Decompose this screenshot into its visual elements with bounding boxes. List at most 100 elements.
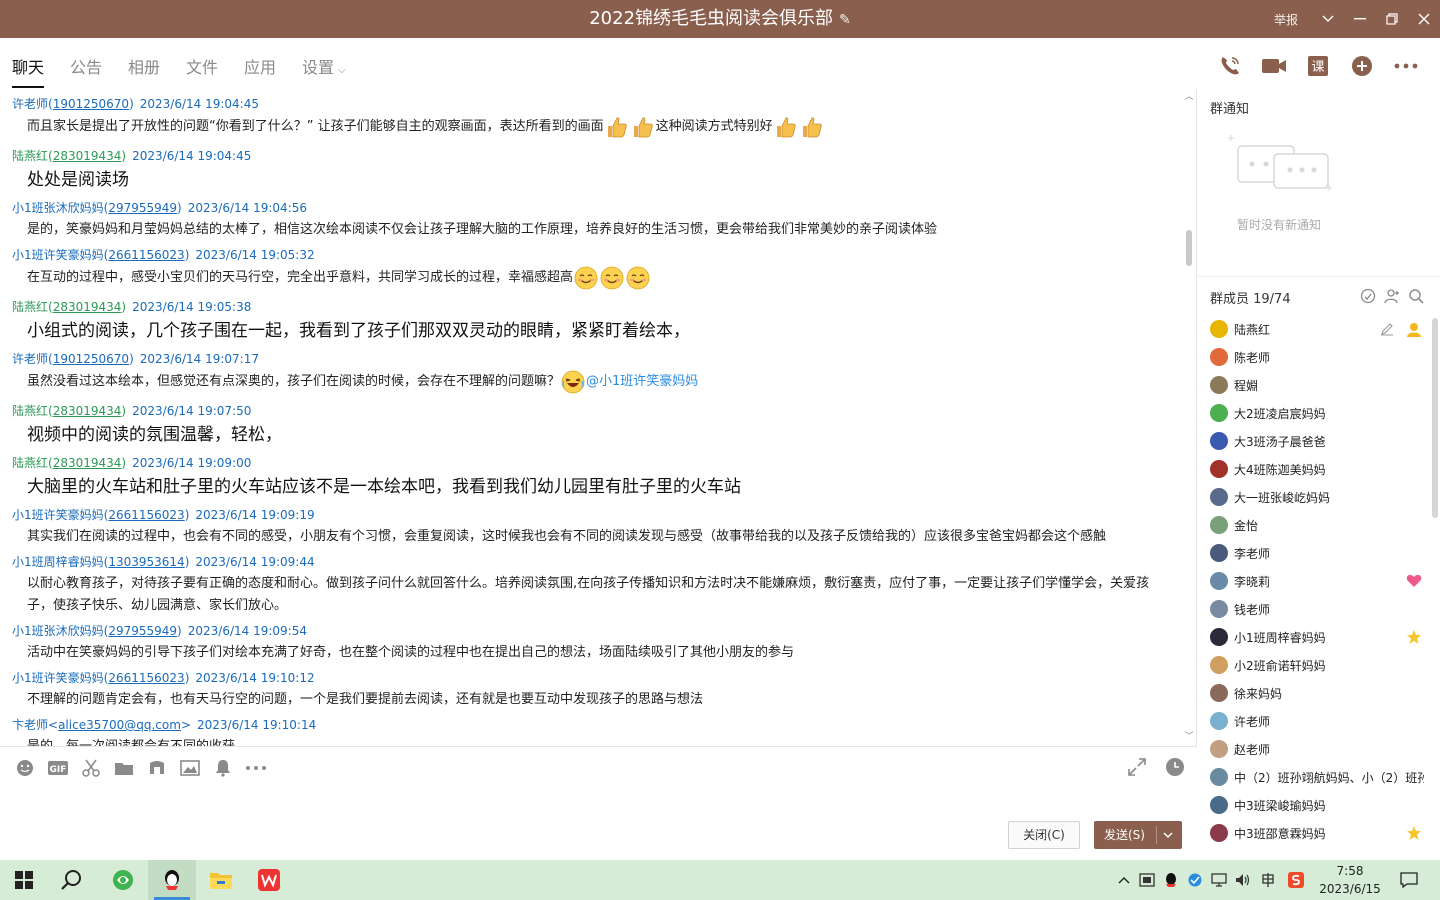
minimize-button[interactable]: [1344, 0, 1376, 38]
sender-name[interactable]: 卞老师: [12, 718, 48, 732]
message-sender[interactable]: 小1班张沐欣妈妈(297955949) 2023/6/14 19:09:54: [0, 623, 1170, 639]
sender-id-link[interactable]: 283019434: [53, 300, 122, 314]
avatar[interactable]: [1210, 768, 1228, 786]
member-item[interactable]: 小1班周梓睿妈妈: [1198, 623, 1434, 651]
tray-sogou-icon[interactable]: [1284, 860, 1308, 900]
sender-name[interactable]: 陆燕红: [12, 300, 48, 314]
tray-network-shield-icon[interactable]: [1184, 860, 1206, 900]
avatar[interactable]: [1210, 516, 1228, 534]
music-icon[interactable]: [140, 757, 173, 779]
folder-icon[interactable]: [107, 757, 140, 779]
search-icon[interactable]: [48, 860, 96, 900]
member-item[interactable]: 程婣: [1198, 371, 1434, 399]
sender-id-link[interactable]: 283019434: [53, 149, 122, 163]
member-item[interactable]: 徐来妈妈: [1198, 679, 1434, 707]
more-icon[interactable]: [1384, 52, 1428, 80]
member-item[interactable]: 大4班陈迦美妈妈: [1198, 455, 1434, 483]
message-sender[interactable]: 卞老师<alice35700@qq.com> 2023/6/14 19:10:14: [0, 717, 1170, 733]
avatar[interactable]: [1210, 712, 1228, 730]
history-clock-icon[interactable]: [1165, 757, 1185, 781]
avatar[interactable]: [1210, 488, 1228, 506]
sender-name[interactable]: 许老师: [12, 97, 48, 111]
sender-name[interactable]: 小1班周梓睿妈妈: [12, 555, 104, 569]
emoji-icon[interactable]: [8, 757, 41, 779]
avatar[interactable]: [1210, 404, 1228, 422]
scroll-down-icon[interactable]: ﹀: [1184, 732, 1194, 742]
tray-volume-icon[interactable]: [1232, 860, 1254, 900]
taskbar-clock[interactable]: 7:58 2023/6/15: [1318, 862, 1382, 898]
taskbar-browser-icon[interactable]: [98, 860, 148, 900]
sender-id-link[interactable]: 2661156023: [108, 671, 184, 685]
sender-id-link[interactable]: 297955949: [108, 624, 177, 638]
send-button[interactable]: 发送(S): [1094, 821, 1182, 849]
member-item[interactable]: 中3班邵意霖妈妈: [1198, 819, 1434, 847]
member-item[interactable]: 李晓莉: [1198, 567, 1434, 595]
more-tools-icon[interactable]: [239, 757, 272, 779]
tab-settings[interactable]: 设置 ⌵: [302, 58, 346, 81]
close-button[interactable]: 关闭(C): [1008, 821, 1080, 849]
message-sender[interactable]: 陆燕红(283019434) 2023/6/14 19:05:38: [0, 299, 1170, 315]
avatar[interactable]: [1210, 796, 1228, 814]
tray-qq-icon[interactable]: [1160, 860, 1182, 900]
avatar[interactable]: [1210, 600, 1228, 618]
close-window-button[interactable]: [1408, 0, 1440, 38]
message-sender[interactable]: 小1班许笑豪妈妈(2661156023) 2023/6/14 19:05:32: [0, 247, 1170, 263]
avatar[interactable]: [1210, 824, 1228, 842]
taskbar-wps-icon[interactable]: [246, 860, 292, 900]
member-list-scrollbar[interactable]: [1432, 318, 1438, 518]
sender-name[interactable]: 小1班许笑豪妈妈: [12, 508, 104, 522]
message-sender[interactable]: 小1班许笑豪妈妈(2661156023) 2023/6/14 19:09:19: [0, 507, 1170, 523]
scroll-thumb[interactable]: [1186, 230, 1192, 266]
tab-files[interactable]: 文件: [186, 58, 218, 78]
tray-display-icon[interactable]: [1208, 860, 1230, 900]
tab-album[interactable]: 相册: [128, 58, 160, 78]
avatar[interactable]: [1210, 572, 1228, 590]
chat-history[interactable]: 许老师(1901250670) 2023/6/14 19:04:45 而且家长是提出…: [0, 90, 1197, 746]
tray-ime-icon[interactable]: [1256, 860, 1280, 900]
bell-icon[interactable]: [206, 757, 239, 779]
sender-id-link[interactable]: 283019434: [53, 456, 122, 470]
message-sender[interactable]: 许老师(1901250670) 2023/6/14 19:07:17: [0, 351, 1170, 367]
member-item[interactable]: 陈老师: [1198, 343, 1434, 371]
member-item[interactable]: 许老师: [1198, 707, 1434, 735]
notification-center-icon[interactable]: [1394, 860, 1424, 900]
member-item[interactable]: 陆燕红: [1198, 315, 1434, 343]
avatar[interactable]: [1210, 740, 1228, 758]
message-sender[interactable]: 许老师(1901250670) 2023/6/14 19:04:45: [0, 96, 1170, 112]
sender-name[interactable]: 陆燕红: [12, 456, 48, 470]
sender-id-link[interactable]: 1303953614: [108, 555, 184, 569]
member-item[interactable]: 大3班汤子晨爸爸: [1198, 427, 1434, 455]
edit-card-icon[interactable]: [1380, 321, 1394, 340]
sender-name[interactable]: 小1班许笑豪妈妈: [12, 671, 104, 685]
screenshot-scissors-icon[interactable]: [74, 757, 107, 779]
avatar[interactable]: [1210, 376, 1228, 394]
sender-id-link[interactable]: 2661156023: [108, 248, 184, 262]
chat-scrollbar[interactable]: ︿ ﹀: [1184, 90, 1194, 746]
image-icon[interactable]: [173, 757, 206, 779]
member-item[interactable]: 中（2）班孙翊航妈妈、小（2）班孙: [1198, 763, 1434, 791]
add-app-icon[interactable]: [1340, 52, 1384, 80]
sender-id-link[interactable]: 283019434: [53, 404, 122, 418]
voice-call-icon[interactable]: [1208, 52, 1252, 80]
sender-id-link[interactable]: alice35700@qq.com: [58, 718, 181, 732]
add-member-icon[interactable]: [1384, 288, 1400, 308]
taskbar-qq-icon[interactable]: [148, 860, 196, 900]
gif-icon[interactable]: GIF: [41, 757, 74, 779]
expand-icon[interactable]: [1127, 757, 1147, 781]
send-options-chevron-icon[interactable]: [1162, 821, 1174, 861]
start-windows-icon[interactable]: [0, 860, 48, 900]
message-sender[interactable]: 陆燕红(283019434) 2023/6/14 19:04:45: [0, 148, 1170, 164]
avatar[interactable]: [1210, 544, 1228, 562]
avatar[interactable]: [1210, 348, 1228, 366]
sender-name[interactable]: 小1班张沐欣妈妈: [12, 624, 104, 638]
tab-announcements[interactable]: 公告: [70, 58, 102, 78]
message-sender[interactable]: 小1班许笑豪妈妈(2661156023) 2023/6/14 19:10:12: [0, 670, 1170, 686]
show-hidden-icons-icon[interactable]: [1114, 860, 1134, 900]
avatar[interactable]: [1210, 684, 1228, 702]
member-item[interactable]: 钱老师: [1198, 595, 1434, 623]
avatar[interactable]: [1210, 628, 1228, 646]
avatar[interactable]: [1210, 432, 1228, 450]
sender-id-link[interactable]: 297955949: [108, 201, 177, 215]
message-sender[interactable]: 小1班张沐欣妈妈(297955949) 2023/6/14 19:04:56: [0, 200, 1170, 216]
message-input-area[interactable]: GIF 关闭(C) 发送(S): [0, 746, 1197, 860]
